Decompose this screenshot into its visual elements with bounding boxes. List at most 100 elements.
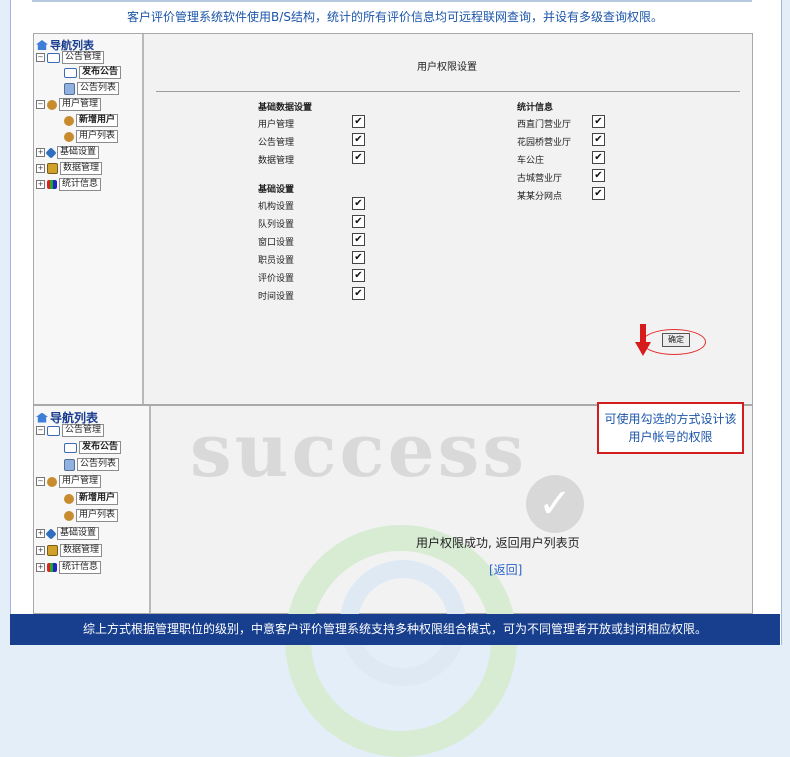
form-title: 用户权限设置 bbox=[417, 62, 477, 73]
nav-group-label[interactable]: 基础设置 bbox=[57, 146, 100, 159]
top-caption: 客户评价管理系统软件使用B/S结构，统计的所有评价信息均可远程联网查询，并设有多… bbox=[127, 10, 663, 24]
perm-checkbox-data-management[interactable]: ✔ bbox=[352, 151, 365, 164]
nav-group-label[interactable]: 基础设置 bbox=[57, 527, 100, 540]
perm-label: 公告管理 bbox=[258, 138, 295, 148]
chart-icon bbox=[47, 563, 57, 572]
nav-group-data-management[interactable]: + 数据管理 bbox=[36, 544, 103, 557]
nav-item-announcement-list[interactable]: 公告列表 bbox=[64, 458, 120, 471]
nav-group-label[interactable]: 用户管理 bbox=[59, 475, 102, 488]
callout-note: 可使用勾选的方式设计该用户帐号的权限 bbox=[597, 402, 744, 454]
nav-item-publish-announcement[interactable]: 发布公告 bbox=[64, 441, 122, 454]
nav-tree-bottom: 导航列表 − 公告管理 发布公告 公告列表 − 用户管理 新增用户 用户列表 +… bbox=[34, 406, 151, 613]
nav-group-users[interactable]: − 用户管理 bbox=[36, 475, 102, 488]
collapse-icon[interactable]: − bbox=[36, 426, 45, 435]
nav-item-user-list[interactable]: 用户列表 bbox=[64, 509, 119, 522]
home-icon bbox=[36, 40, 48, 50]
perm-label: 用户管理 bbox=[258, 120, 295, 130]
nav-item-label[interactable]: 用户列表 bbox=[76, 130, 119, 143]
nav-item-label[interactable]: 发布公告 bbox=[79, 441, 122, 454]
perm-checkbox-rating-settings[interactable]: ✔ bbox=[352, 269, 365, 282]
nav-item-add-user[interactable]: 新增用户 bbox=[64, 114, 119, 127]
database-icon bbox=[47, 545, 58, 556]
nav-item-announcement-list[interactable]: 公告列表 bbox=[64, 82, 120, 95]
perm-checkbox-gucheng[interactable]: ✔ bbox=[592, 169, 605, 182]
back-link[interactable]: [返回] bbox=[489, 561, 522, 578]
collapse-icon[interactable]: − bbox=[36, 477, 45, 486]
nav-group-announcements[interactable]: − 公告管理 bbox=[36, 424, 105, 437]
nav-tree-top: 导航列表 − 公告管理 发布公告 公告列表 − 用户管理 新增用户 用户列表 +… bbox=[34, 34, 144, 404]
nav-item-add-user[interactable]: 新增用户 bbox=[64, 492, 119, 505]
highlight-circle bbox=[642, 329, 706, 355]
section-heading-basic-data: 基础数据设置 bbox=[258, 103, 313, 113]
perm-label: 数据管理 bbox=[258, 156, 295, 166]
perm-checkbox-queue-settings[interactable]: ✔ bbox=[352, 215, 365, 228]
nav-group-label[interactable]: 数据管理 bbox=[60, 162, 103, 175]
expand-icon[interactable]: + bbox=[36, 529, 45, 538]
perm-checkbox-xizhimen[interactable]: ✔ bbox=[592, 115, 605, 128]
perm-checkbox-announcement-management[interactable]: ✔ bbox=[352, 133, 365, 146]
nav-group-label[interactable]: 公告管理 bbox=[62, 424, 105, 437]
perm-checkbox-branch[interactable]: ✔ bbox=[592, 187, 605, 200]
mail-icon bbox=[47, 52, 60, 63]
mail-icon bbox=[64, 442, 77, 453]
perm-label: 某某分网点 bbox=[517, 192, 563, 202]
users-icon bbox=[64, 131, 74, 142]
nav-group-label[interactable]: 用户管理 bbox=[59, 98, 102, 111]
user-icon bbox=[47, 476, 57, 487]
nav-item-label[interactable]: 用户列表 bbox=[76, 509, 119, 522]
nav-group-label[interactable]: 统计信息 bbox=[59, 561, 102, 574]
add-user-icon bbox=[64, 115, 74, 126]
nav-group-announcements[interactable]: − 公告管理 bbox=[36, 51, 105, 64]
arrow-head-icon bbox=[635, 342, 651, 356]
nav-group-label[interactable]: 公告管理 bbox=[62, 51, 105, 64]
form-divider bbox=[156, 91, 740, 92]
perm-checkbox-time-settings[interactable]: ✔ bbox=[352, 287, 365, 300]
expand-icon[interactable]: + bbox=[36, 180, 45, 189]
users-icon bbox=[64, 510, 74, 521]
document-icon bbox=[64, 82, 75, 95]
home-icon bbox=[36, 412, 48, 423]
perm-label: 古城营业厅 bbox=[517, 174, 563, 184]
nav-item-label[interactable]: 新增用户 bbox=[76, 114, 119, 127]
perm-checkbox-org-settings[interactable]: ✔ bbox=[352, 197, 365, 210]
section-heading-statistics: 统计信息 bbox=[517, 103, 554, 113]
nav-item-label[interactable]: 公告列表 bbox=[77, 458, 120, 471]
perm-label: 机构设置 bbox=[258, 202, 295, 212]
database-icon bbox=[47, 163, 58, 174]
perm-checkbox-window-settings[interactable]: ✔ bbox=[352, 233, 365, 246]
collapse-icon[interactable]: − bbox=[36, 53, 45, 62]
perm-checkbox-user-management[interactable]: ✔ bbox=[352, 115, 365, 128]
nav-group-users[interactable]: − 用户管理 bbox=[36, 98, 102, 111]
nav-group-label[interactable]: 数据管理 bbox=[60, 544, 103, 557]
nav-item-publish-announcement[interactable]: 发布公告 bbox=[64, 66, 122, 79]
expand-icon[interactable]: + bbox=[36, 546, 45, 555]
nav-group-data-management[interactable]: + 数据管理 bbox=[36, 162, 103, 175]
add-user-icon bbox=[64, 493, 74, 504]
nav-group-label[interactable]: 统计信息 bbox=[59, 178, 102, 191]
user-icon bbox=[47, 99, 57, 110]
nav-item-label[interactable]: 新增用户 bbox=[76, 492, 119, 505]
success-watermark: success bbox=[190, 408, 527, 494]
nav-item-label[interactable]: 发布公告 bbox=[79, 66, 122, 79]
gear-icon bbox=[45, 527, 57, 540]
perm-checkbox-huayuanqiao[interactable]: ✔ bbox=[592, 133, 605, 146]
nav-group-statistics[interactable]: + 统计信息 bbox=[36, 178, 102, 191]
expand-icon[interactable]: + bbox=[36, 164, 45, 173]
perm-checkbox-chegongzhuang[interactable]: ✔ bbox=[592, 151, 605, 164]
nav-group-basic-settings[interactable]: + 基础设置 bbox=[36, 146, 100, 159]
expand-icon[interactable]: + bbox=[36, 563, 45, 572]
collapse-icon[interactable]: − bbox=[36, 100, 45, 109]
nav-item-label[interactable]: 公告列表 bbox=[77, 82, 120, 95]
nav-group-basic-settings[interactable]: + 基础设置 bbox=[36, 527, 100, 540]
section-heading-basic-settings: 基础设置 bbox=[258, 185, 295, 195]
mail-icon bbox=[47, 425, 60, 436]
top-divider bbox=[32, 0, 752, 2]
perm-checkbox-staff-settings[interactable]: ✔ bbox=[352, 251, 365, 264]
success-message: 用户权限成功, 返回用户列表页 bbox=[416, 536, 580, 550]
nav-item-user-list[interactable]: 用户列表 bbox=[64, 130, 119, 143]
expand-icon[interactable]: + bbox=[36, 148, 45, 157]
perm-label: 车公庄 bbox=[517, 156, 545, 166]
nav-group-statistics[interactable]: + 统计信息 bbox=[36, 561, 102, 574]
perm-label: 西直门营业厅 bbox=[517, 120, 572, 130]
perm-label: 队列设置 bbox=[258, 220, 295, 230]
